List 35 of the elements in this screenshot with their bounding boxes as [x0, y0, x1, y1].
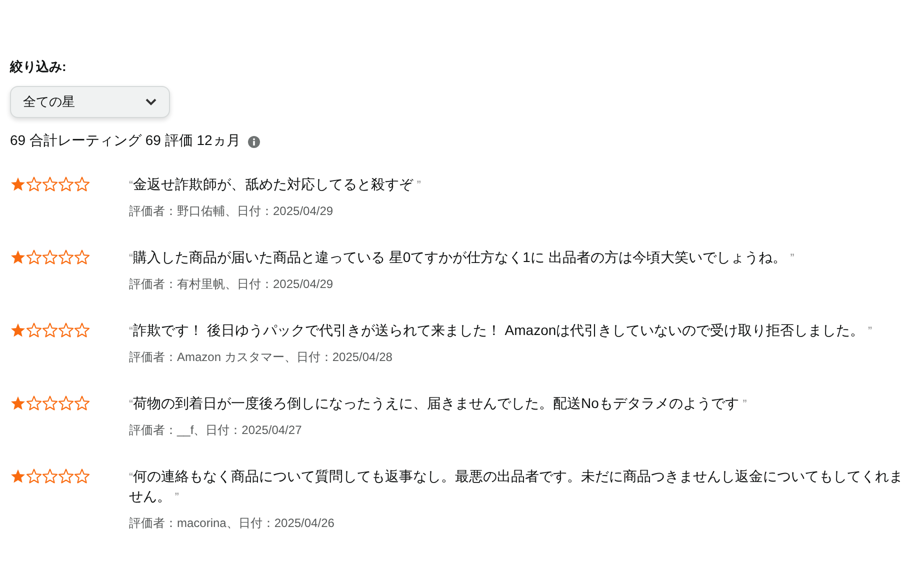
info-icon[interactable] — [248, 136, 260, 148]
empty-star-icon — [74, 176, 90, 192]
empty-star-icon — [58, 249, 74, 265]
review-text: “何の連絡もなく商品について質問しても返事なし。最悪の出品者です。未だに商品つきませんし返金についてもしてくれません。 ” — [129, 467, 904, 506]
filled-star-icon — [10, 395, 26, 411]
reviewer-date: 評価者：macorina、日付：2025/04/26 — [129, 515, 336, 531]
empty-star-icon — [58, 322, 74, 338]
empty-star-icon — [42, 395, 58, 411]
reviewer-date: 評価者：野口佑輔、日付：2025/04/29 — [129, 203, 334, 219]
empty-star-icon — [74, 395, 90, 411]
review-text: “購入した商品が届いた商品と違っている 星0てすかが仕方なく1に 出品者の方は今頃大笑いでしょうね。 ” — [129, 248, 796, 267]
empty-star-icon — [74, 249, 90, 265]
reviewer-date: 評価者：Amazon カスタマー、日付：2025/04/28 — [129, 349, 394, 365]
empty-star-icon — [58, 395, 74, 411]
empty-star-icon — [58, 176, 74, 192]
empty-star-icon — [74, 468, 90, 484]
review-text: “金返せ詐欺師が、舐めた対応してると殺すぞ ” — [129, 175, 422, 194]
reviewer-date: 評価者：有村里帆、日付：2025/04/29 — [129, 276, 334, 292]
chevron-down-icon — [145, 98, 157, 106]
review-text: “荷物の到着日が一度後ろ倒しになったうえに、届きませんでした。配送Noもデタラメのようです ” — [129, 394, 748, 413]
empty-star-icon — [42, 176, 58, 192]
filled-star-icon — [10, 468, 26, 484]
empty-star-icon — [42, 322, 58, 338]
filled-star-icon — [10, 322, 26, 338]
empty-star-icon — [74, 322, 90, 338]
filter-label: 絞り込み: — [10, 58, 68, 76]
filled-star-icon — [10, 249, 26, 265]
empty-star-icon — [42, 468, 58, 484]
empty-star-icon — [58, 468, 74, 484]
review-text: “詐欺です！ 後日ゆうパックで代引きが送られて来ました！ Amazonは代引きしていないので受け取り拒否しました。 ” — [129, 321, 874, 340]
reviewer-date: 評価者：__f、日付：2025/04/27 — [129, 422, 303, 438]
empty-star-icon — [42, 249, 58, 265]
rating-summary: 69 合計レーティング 69 評価 12ヵ月 — [10, 131, 240, 150]
filled-star-icon — [10, 176, 26, 192]
star-filter-select[interactable]: 全ての星 — [10, 86, 170, 118]
